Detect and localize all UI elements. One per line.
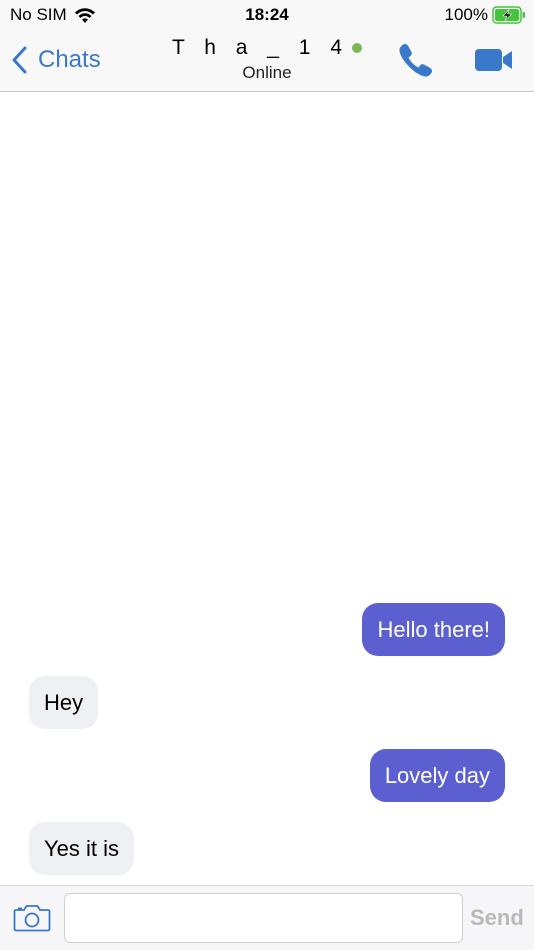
- status-right: 100%: [445, 5, 526, 25]
- message-outgoing[interactable]: Lovely day: [369, 749, 505, 802]
- back-button-label: Chats: [38, 46, 101, 73]
- composer-bar: Send: [0, 885, 534, 950]
- nav-bar: Chats T h a _ 1 4 Online: [0, 30, 534, 92]
- online-status-dot: [352, 43, 363, 53]
- title-row: T h a _ 1 4: [140, 36, 394, 60]
- message-incoming[interactable]: Hey: [29, 676, 99, 729]
- camera-icon: [13, 905, 51, 932]
- camera-button[interactable]: [13, 903, 51, 933]
- video-call-button[interactable]: [474, 44, 514, 76]
- chat-header[interactable]: T h a _ 1 4 Online: [140, 36, 394, 83]
- battery-percent: 100%: [444, 5, 488, 24]
- message-input[interactable]: [64, 893, 463, 943]
- call-button[interactable]: [396, 40, 436, 80]
- chevron-left-icon: [12, 46, 27, 74]
- chat-subtitle: Online: [242, 63, 292, 82]
- back-button[interactable]: Chats: [10, 44, 101, 76]
- message-outgoing[interactable]: Hello there!: [362, 603, 505, 656]
- send-button[interactable]: Send: [470, 905, 524, 931]
- phone-icon: [399, 44, 432, 77]
- message-incoming[interactable]: Yes it is: [29, 822, 135, 875]
- status-bar: No SIM 18:24 100%: [0, 0, 534, 30]
- video-camera-icon: [475, 49, 512, 71]
- battery-charging-icon: [492, 6, 526, 24]
- chat-title: T h a _ 1 4: [171, 36, 350, 59]
- message-list[interactable]: Hello there! Hey Lovely day Yes it is: [0, 92, 534, 885]
